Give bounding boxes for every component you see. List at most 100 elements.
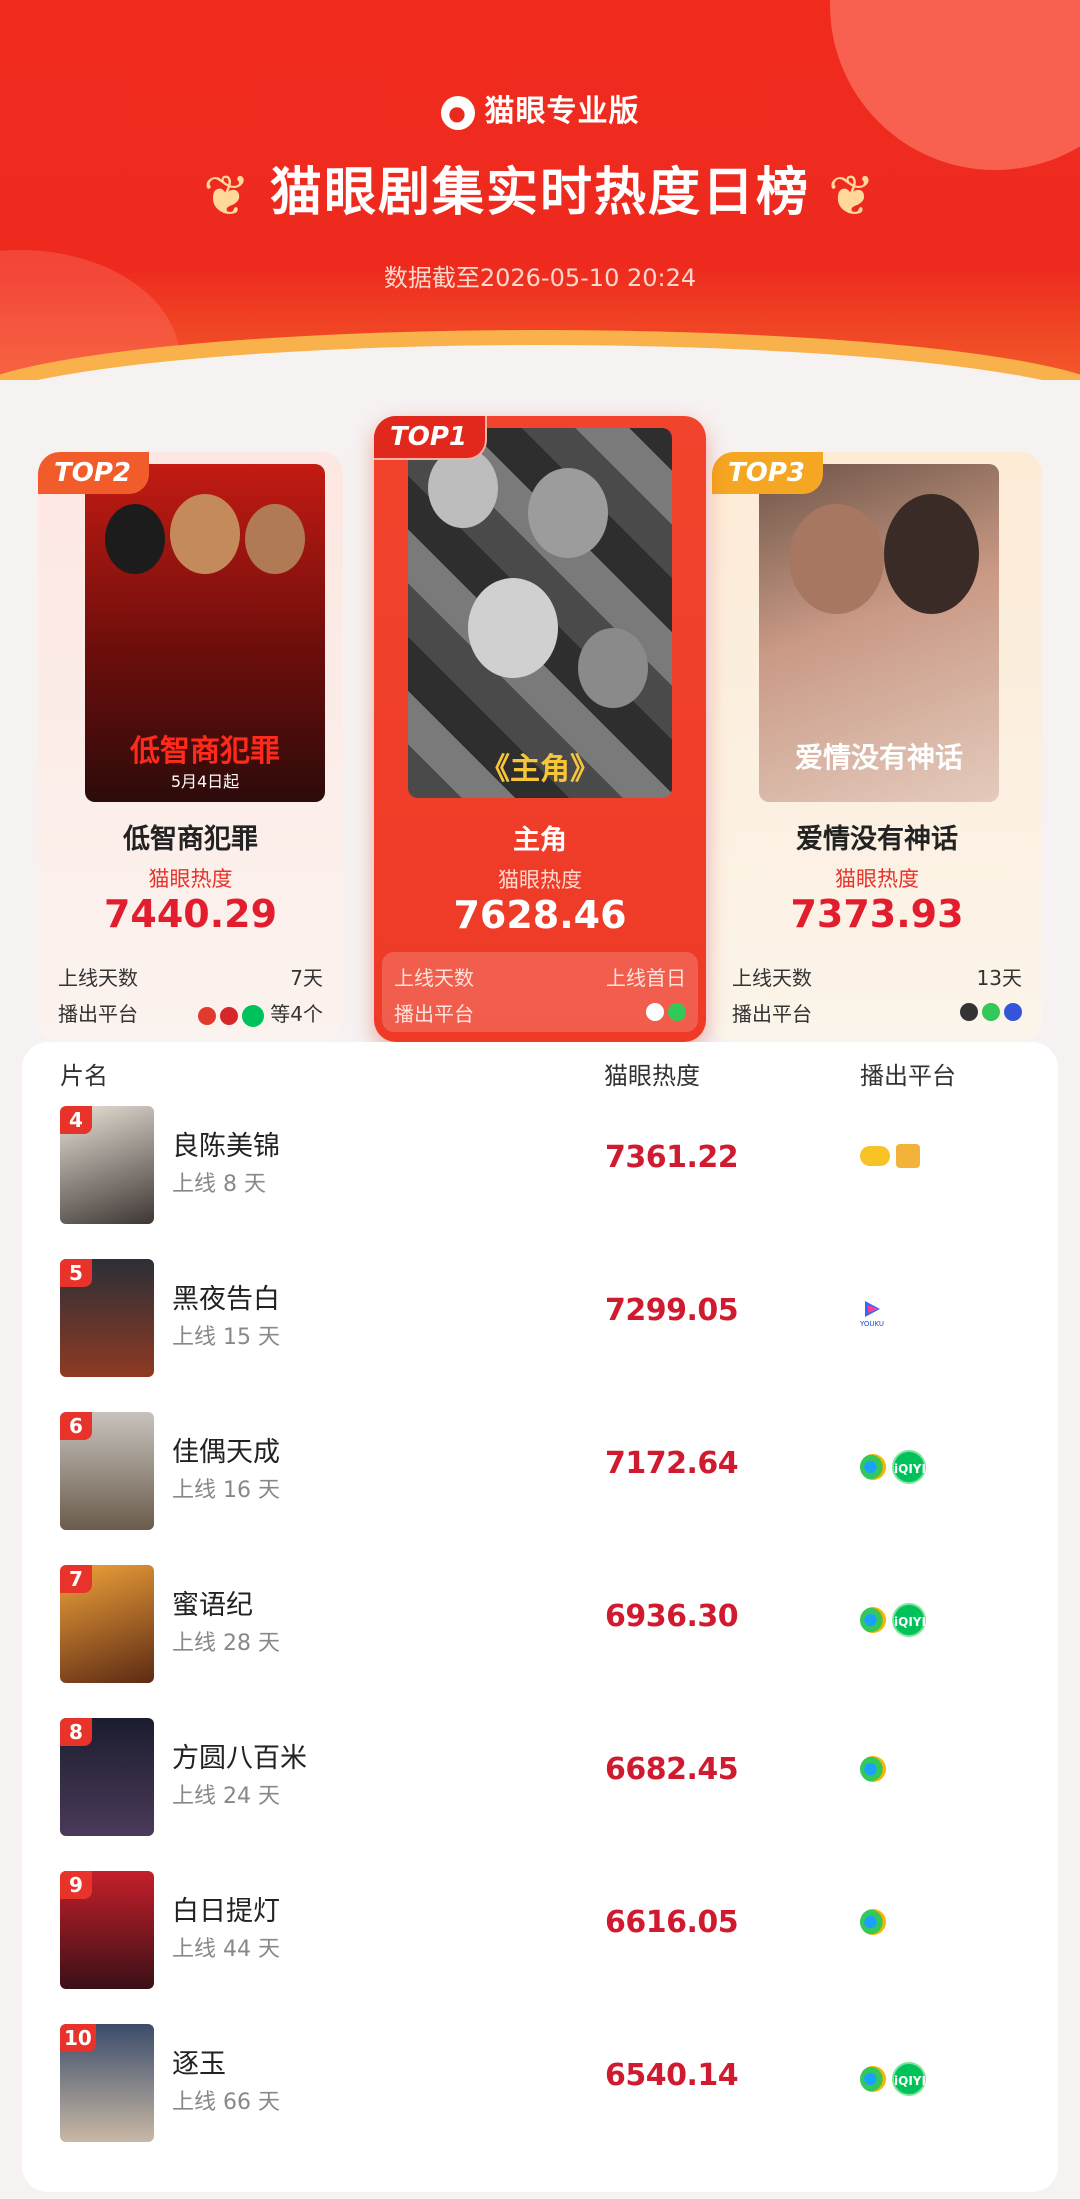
show-heat: 7299.05 (605, 1293, 739, 1328)
show-days: 上线 16 天 (172, 1478, 280, 1503)
platform-icons: iQIYI (860, 1603, 932, 1637)
rank-badge: 4 (60, 1106, 92, 1134)
poster-figure (789, 504, 884, 614)
top1-days-row: 上线天数 上线首日 (386, 956, 694, 990)
mango-icon (860, 1146, 890, 1166)
top3-platform-row: 播出平台 (724, 992, 1030, 1026)
show-days: 上线 66 天 (172, 2090, 280, 2115)
poster-figure (578, 628, 648, 708)
tencent-video-icon (668, 1002, 686, 1021)
show-thumbnail: 8 (60, 1718, 154, 1836)
list-row[interactable]: 10 逐玉 上线 66 天 6540.14 iQIYI (22, 2024, 1058, 2177)
show-thumbnail: 10 (60, 2024, 154, 2142)
show-days: 上线 28 天 (172, 1631, 280, 1656)
days-value: 7天 (290, 966, 323, 990)
show-thumbnail: 7 (60, 1565, 154, 1683)
show-heat: 6682.45 (605, 1752, 739, 1787)
days-label: 上线天数 (732, 966, 812, 990)
mi-icon (896, 1144, 920, 1168)
top2-heat-label: 猫眼热度 (148, 867, 233, 891)
top3-poster: 爱情没有神话 (759, 464, 999, 802)
show-heat: 6540.14 (605, 2058, 739, 2093)
platform-label: 播出平台 (732, 1002, 812, 1026)
rank-badge: 10 (60, 2024, 96, 2052)
header-platform: 播出平台 (860, 1062, 956, 1090)
platform-more: 等4个 (270, 1002, 323, 1026)
header-banner: ● 猫眼专业版 ❦ 猫眼剧集实时热度日榜 ❦ 数据截至2026-05-10 20:24 (0, 0, 1080, 380)
tencent-video-icon (860, 1607, 886, 1633)
top1-card[interactable]: 《主角》 TOP1 主角 猫眼热度 7628.46 上线天数 上线首日 播出平台 (374, 416, 706, 1042)
poster-figure (884, 494, 979, 614)
days-value: 上线首日 (606, 966, 686, 990)
iqiyi-icon (241, 1004, 264, 1027)
show-thumbnail: 9 (60, 1871, 154, 1989)
platform-label: 播出平台 (58, 1002, 138, 1026)
list-row[interactable]: 9 白日提灯 上线 44 天 6616.05 (22, 1871, 1058, 2024)
top1-poster-title: 《主角》 (480, 752, 600, 787)
days-label: 上线天数 (394, 966, 474, 990)
decor-circle (830, 0, 1080, 170)
ranking-list: 片名 猫眼热度 播出平台 4 良陈美锦 上线 8 天 7361.22 5 黑夜告… (22, 1042, 1058, 2192)
show-heat: 7361.22 (605, 1140, 739, 1175)
header-heat: 猫眼热度 (604, 1062, 700, 1090)
platform-b-icon (219, 1006, 238, 1025)
show-heat: 7172.64 (605, 1446, 739, 1481)
tencent-video-icon (860, 1454, 886, 1480)
rank-badge: 8 (60, 1718, 92, 1746)
poster-figure (468, 578, 558, 678)
platform-a-icon (646, 1002, 664, 1021)
show-days: 上线 24 天 (172, 1784, 280, 1809)
show-name: 蜜语纪 (172, 1590, 253, 1621)
top3-title: 爱情没有神话 (796, 824, 958, 855)
poster-figure (528, 468, 608, 558)
brand-name: 猫眼专业版 (484, 94, 640, 129)
list-row[interactable]: 4 良陈美锦 上线 8 天 7361.22 (22, 1106, 1058, 1259)
platform-a-icon (960, 1002, 978, 1021)
list-row[interactable]: 6 佳偶天成 上线 16 天 7172.64 iQIYI (22, 1412, 1058, 1565)
top2-heat-value: 7440.29 (103, 892, 278, 936)
top1-heat-value: 7628.46 (453, 893, 627, 937)
show-name: 黑夜告白 (172, 1284, 280, 1315)
rank-badge: 5 (60, 1259, 92, 1287)
days-label: 上线天数 (58, 966, 138, 990)
top3-heat-value: 7373.93 (790, 892, 964, 936)
top1-badge: TOP1 (374, 416, 487, 460)
header-name: 片名 (60, 1062, 108, 1090)
svg-text:YOUKU: YOUKU (860, 1320, 884, 1327)
list-row[interactable]: 5 黑夜告白 上线 15 天 7299.05 YOUKU (22, 1259, 1058, 1412)
show-name: 佳偶天成 (172, 1437, 280, 1468)
top3-heat-label: 猫眼热度 (835, 867, 919, 891)
show-days: 上线 15 天 (172, 1325, 280, 1350)
top2-poster-subtitle: 5月4日起 (170, 772, 240, 791)
iqiyi-icon: iQIYI (892, 1450, 926, 1484)
iqiyi-icon: iQIYI (892, 2062, 926, 2096)
days-value: 13天 (976, 966, 1022, 990)
platform-value (956, 998, 1022, 1022)
platform-icons: YOUKU (860, 1297, 890, 1327)
laurel-right-icon: ❦ (828, 163, 877, 229)
poster-figure (428, 448, 498, 528)
show-days: 上线 8 天 (172, 1172, 266, 1197)
top1-platform-row: 播出平台 (386, 992, 694, 1026)
top2-card[interactable]: 低智商犯罪 5月4日起 TOP2 低智商犯罪 猫眼热度 7440.29 上线天数… (38, 452, 343, 1042)
top3-poster-title: 爱情没有神话 (794, 741, 963, 774)
top2-badge: TOP2 (38, 452, 149, 494)
platform-icons (860, 1144, 926, 1168)
youku-icon: YOUKU (860, 1301, 884, 1327)
top2-platform-row: 播出平台 等4个 (50, 992, 331, 1027)
platform-label: 播出平台 (394, 1002, 474, 1026)
poster-figure (105, 504, 165, 574)
page-title: ❦ 猫眼剧集实时热度日榜 ❦ (0, 150, 1080, 229)
list-row[interactable]: 7 蜜语纪 上线 28 天 6936.30 iQIYI (22, 1565, 1058, 1718)
list-row[interactable]: 8 方圆八百米 上线 24 天 6682.45 (22, 1718, 1058, 1871)
laurel-left-icon: ❦ (203, 163, 252, 229)
show-name: 良陈美锦 (172, 1131, 280, 1162)
platform-icons: iQIYI (860, 2062, 932, 2096)
show-thumbnail: 5 (60, 1259, 154, 1377)
show-thumbnail: 4 (60, 1106, 154, 1224)
top3-card[interactable]: 爱情没有神话 TOP3 爱情没有神话 猫眼热度 7373.93 上线天数 13天 … (712, 452, 1042, 1042)
page-title-text: 猫眼剧集实时热度日榜 (269, 163, 810, 223)
rank-badge: 7 (60, 1565, 92, 1593)
platform-value: 等4个 (194, 998, 323, 1027)
tencent-video-icon (982, 1002, 1000, 1021)
